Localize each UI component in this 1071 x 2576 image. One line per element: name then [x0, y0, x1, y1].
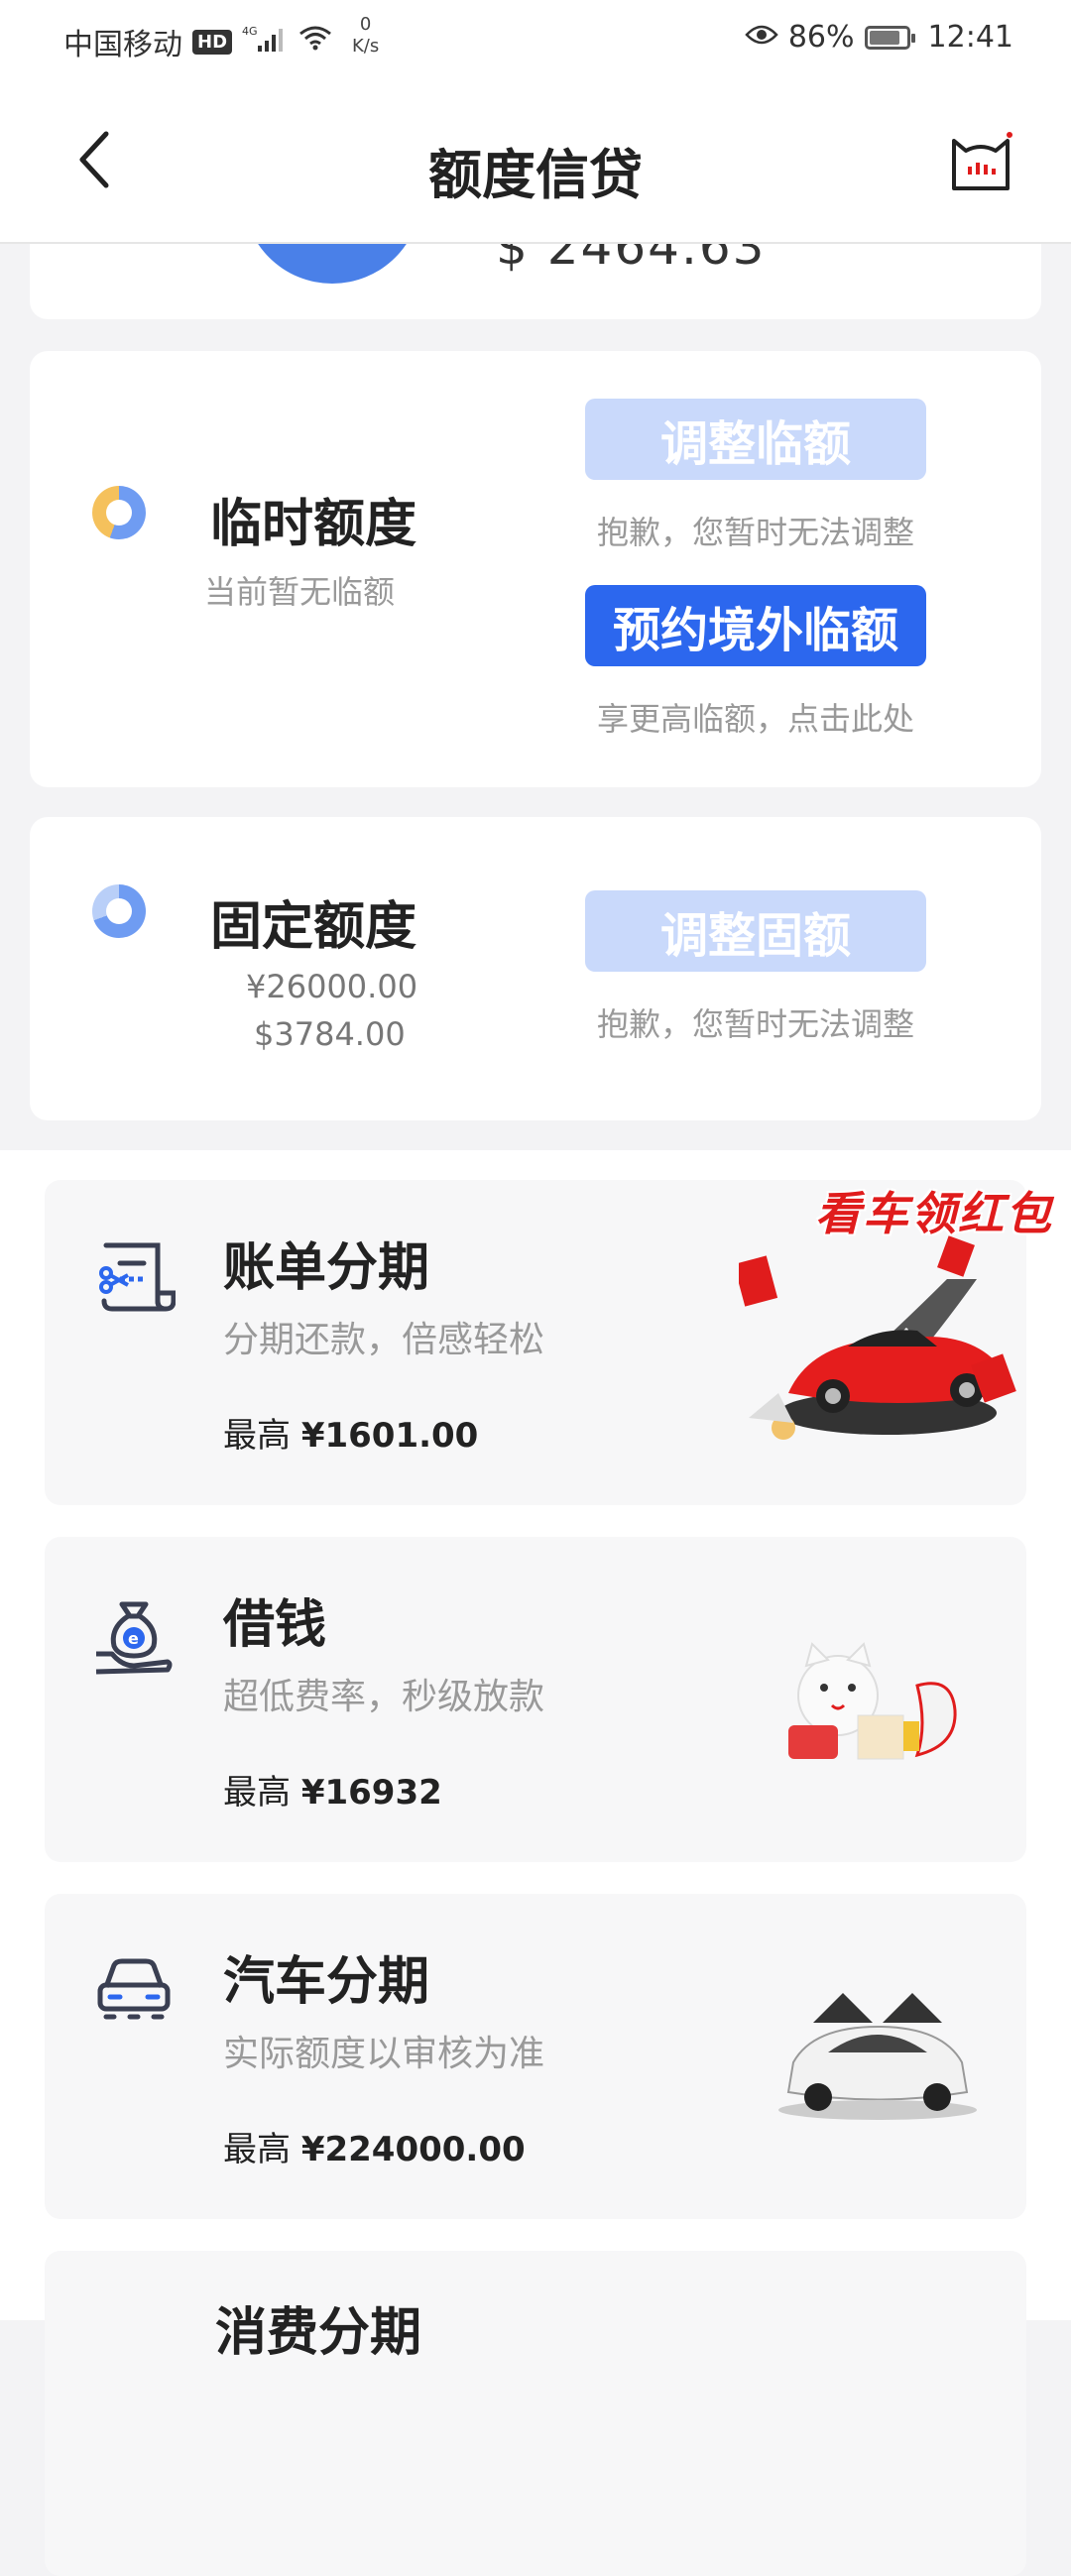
- promo-text[interactable]: 看车领红包: [815, 1178, 1053, 1243]
- product-subtitle: 分期还款，倍感轻松: [223, 1320, 545, 1360]
- temp-quota-subtitle: 当前暂无临额: [204, 573, 396, 611]
- signal-icon: 4G: [242, 24, 288, 59]
- product-card-consumer-installment[interactable]: 消费分期: [45, 2251, 1026, 2576]
- fixed-quota-title: 固定额度: [210, 897, 417, 957]
- overseas-temp-quota-hint[interactable]: 享更高临额，点击此处: [565, 694, 946, 740]
- product-title: 消费分期: [215, 2303, 422, 2363]
- product-card-borrow[interactable]: e 借钱 超低费率，秒级放款 最高 ¥16932: [45, 1537, 1026, 1862]
- money-bag-icon: e: [92, 1592, 176, 1676]
- status-bar: 中国移动 HD 4G 0 K/s 86% 12:41: [0, 0, 1071, 79]
- product-max-label: 最高: [223, 1416, 291, 1456]
- car-icon: [92, 1949, 176, 2033]
- product-subtitle: 实际额度以审核为准: [223, 2034, 545, 2074]
- clock: 12:41: [927, 20, 1013, 55]
- product-title: 借钱: [223, 1595, 327, 1655]
- svg-text:4G: 4G: [242, 25, 258, 38]
- product-max-label: 最高: [223, 1773, 291, 1813]
- adjust-temp-quota-button[interactable]: 调整临额: [585, 399, 926, 480]
- total-quota-card: $ 2464.63: [30, 244, 1041, 319]
- nav-bar: 额度信贷: [0, 79, 1071, 244]
- adjust-fixed-quota-button[interactable]: 调整固额: [585, 890, 926, 972]
- temp-quota-title: 临时额度: [210, 495, 417, 554]
- fixed-quota-cny: ¥26000.00: [246, 968, 418, 1005]
- hd-badge: HD: [192, 29, 233, 55]
- cat-mascot-icon: [952, 132, 1012, 190]
- product-card-car-installment[interactable]: 汽车分期 实际额度以审核为准 最高 ¥224000.00: [45, 1894, 1026, 2219]
- product-title: 账单分期: [223, 1238, 430, 1298]
- net-speed-unit: K/s: [352, 36, 380, 57]
- product-list: 账单分期 分期还款，倍感轻松 最高 ¥1601.00 e 借钱 超低费率，秒级放…: [0, 1150, 1071, 2576]
- red-car-promo-illustration[interactable]: [739, 1220, 1036, 1458]
- product-max: 最高 ¥1601.00: [223, 1408, 478, 1457]
- product-max-label: 最高: [223, 2130, 291, 2169]
- available-amount: $ 2464.63: [496, 244, 767, 276]
- adjust-temp-quota-hint: 抱歉，您暂时无法调整: [596, 514, 914, 551]
- fixed-quota-usd: $3784.00: [254, 1015, 406, 1053]
- battery-percent: 86%: [787, 20, 855, 55]
- fixed-quota-card: 固定额度 ¥26000.00 $3784.00 调整固额 抱歉，您暂时无法调整: [30, 817, 1041, 1120]
- product-subtitle: 超低费率，秒级放款: [223, 1677, 545, 1717]
- white-suv-illustration: [778, 1993, 977, 2120]
- product-max-value: ¥16932: [300, 1773, 442, 1813]
- product-max: 最高 ¥16932: [223, 1765, 442, 1814]
- status-left: 中国移动 HD 4G: [63, 20, 333, 63]
- temp-quota-donut-icon: [92, 486, 146, 539]
- bill-installment-icon: [92, 1235, 177, 1319]
- page-title: 额度信贷: [428, 144, 643, 206]
- quota-chart-circle: [243, 244, 421, 284]
- temp-quota-card: 临时额度 当前暂无临额 调整临额 抱歉，您暂时无法调整 预约境外临额 享更高临额…: [30, 351, 1041, 787]
- cat-gift-illustration: [788, 1642, 957, 1760]
- product-max: 最高 ¥224000.00: [223, 2122, 526, 2170]
- product-title: 汽车分期: [223, 1952, 430, 2012]
- battery-icon: [864, 25, 915, 50]
- svg-text:e: e: [128, 1629, 139, 1648]
- mascot-service-button[interactable]: [946, 127, 1015, 196]
- carrier-name: 中国移动: [63, 28, 182, 62]
- product-max-value: ¥224000.00: [300, 2130, 526, 2169]
- overseas-temp-quota-button[interactable]: 预约境外临额: [585, 585, 926, 666]
- fixed-quota-donut-icon: [92, 884, 146, 938]
- net-speed: 0 K/s: [352, 14, 379, 58]
- adjust-fixed-quota-hint: 抱歉，您暂时无法调整: [596, 1005, 914, 1043]
- product-max-value: ¥1601.00: [300, 1416, 479, 1456]
- status-right: 86% 12:41: [745, 20, 1013, 55]
- eye-icon: [745, 20, 778, 55]
- wifi-icon: [298, 24, 333, 59]
- net-speed-value: 0: [359, 14, 372, 35]
